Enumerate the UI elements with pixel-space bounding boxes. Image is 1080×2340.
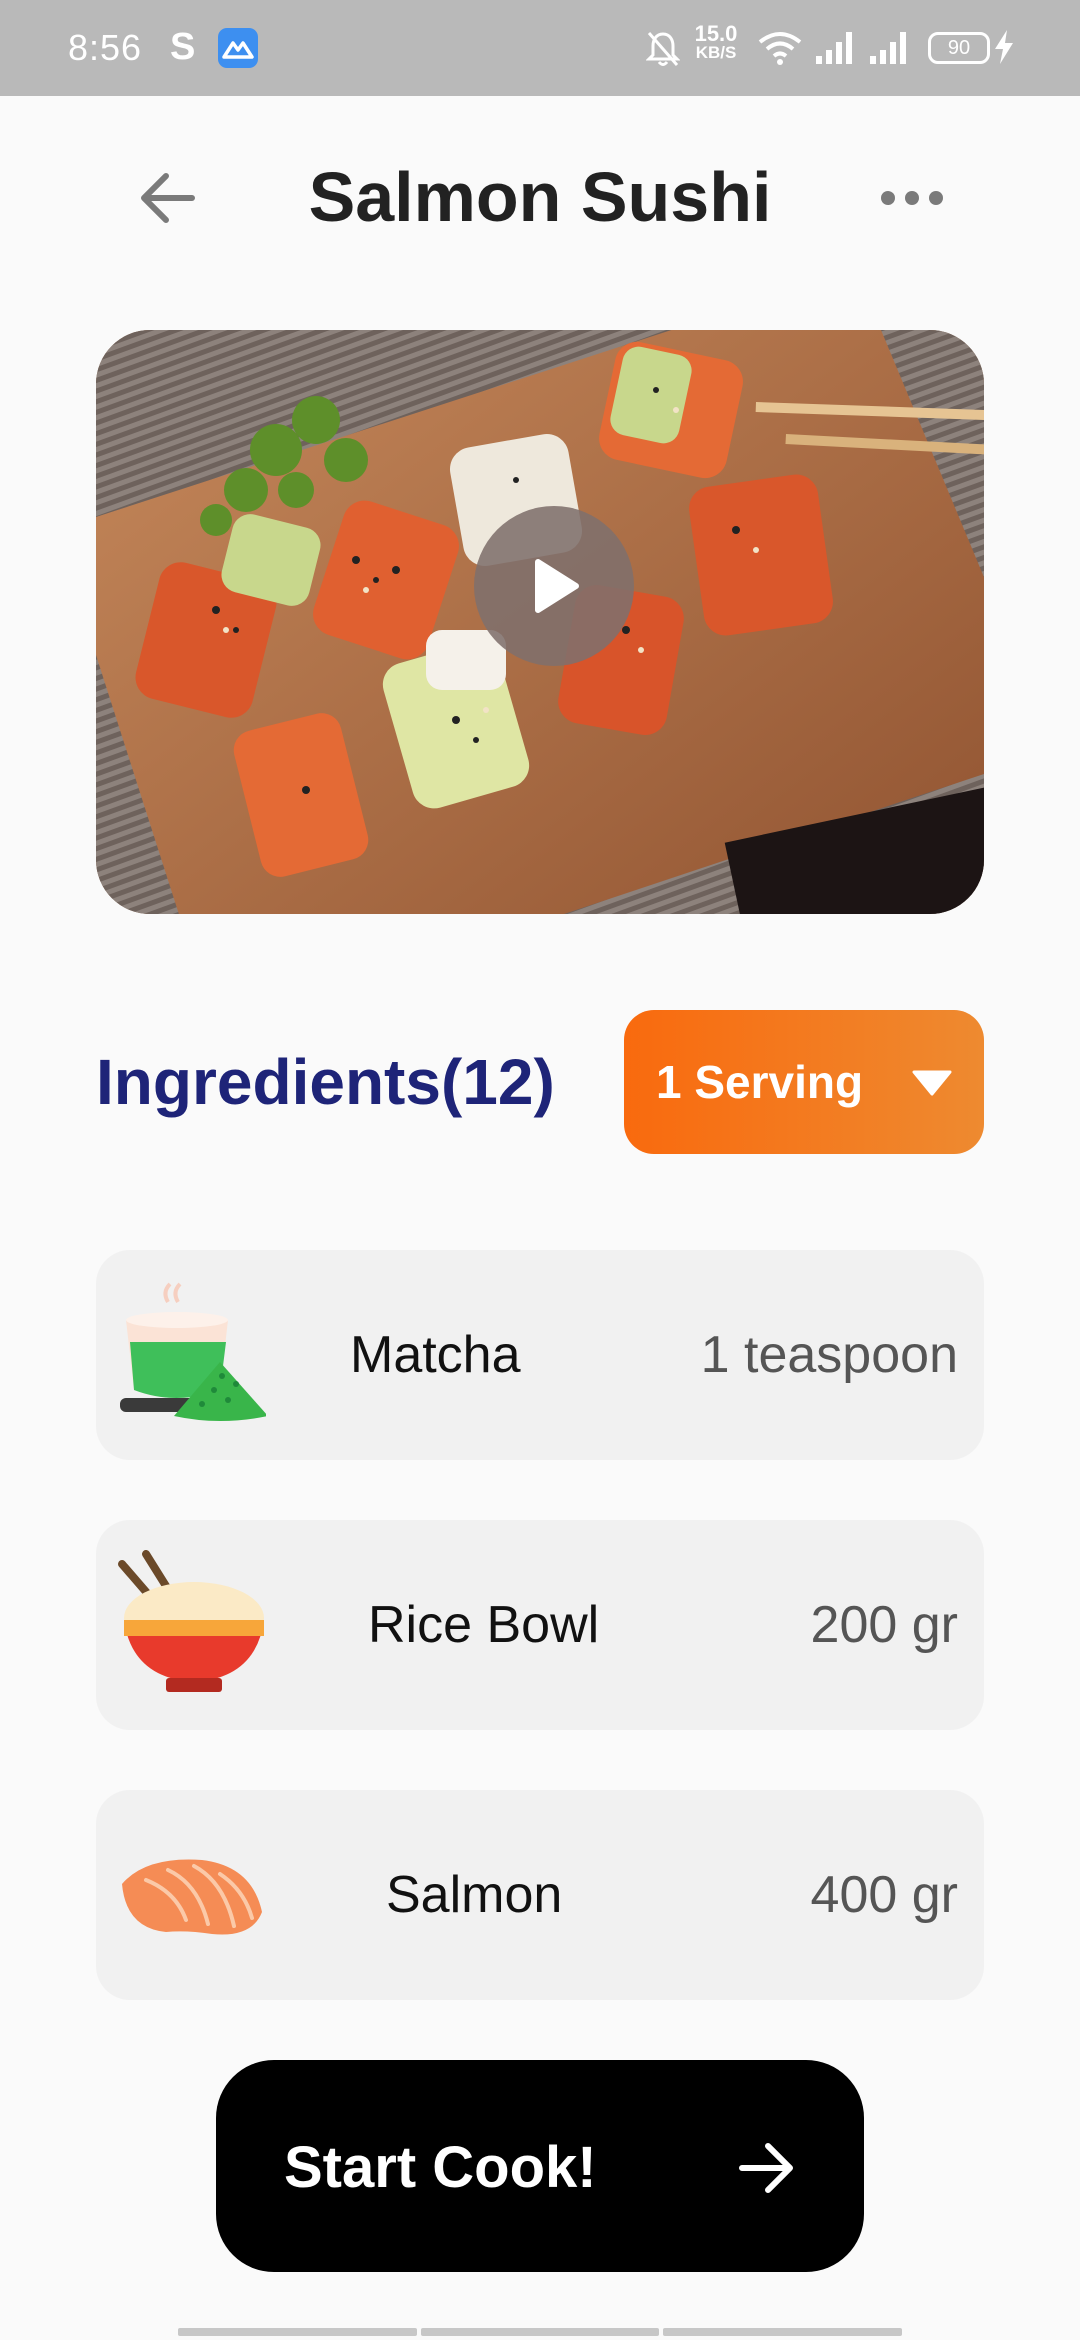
recipe-video-thumbnail[interactable] <box>96 330 984 914</box>
bell-muted-icon <box>646 32 680 66</box>
arrow-left-icon <box>141 173 195 223</box>
status-bar: 8:56 S 15.0 KB/S 90 <box>0 0 1080 96</box>
battery-icon: 90 <box>928 32 990 64</box>
signal-icon-2 <box>870 32 906 64</box>
matcha-icon <box>120 1282 266 1421</box>
start-cook-label: Start Cook! <box>284 2135 597 2200</box>
ingredient-name: Salmon <box>386 1866 563 1924</box>
s-app-icon: S <box>170 26 196 68</box>
serving-dropdown[interactable]: 1 Serving <box>624 1010 984 1154</box>
salmon-icon <box>122 1859 262 1935</box>
wifi-icon <box>758 32 802 65</box>
chevron-down-icon <box>912 1070 952 1096</box>
battery-level: 90 <box>947 37 971 59</box>
more-options-button[interactable] <box>872 170 952 226</box>
net-speed: 15.0 KB/S <box>692 23 740 62</box>
back-button[interactable] <box>130 160 206 236</box>
status-time: 8:56 <box>68 27 143 68</box>
ingredients-title: Ingredients(12) <box>96 1046 555 1118</box>
charging-bolt-icon <box>995 30 1013 64</box>
more-horizontal-icon <box>881 191 943 205</box>
serving-label: 1 Serving <box>656 1056 864 1108</box>
net-speed-unit: KB/S <box>695 43 737 62</box>
ingredient-quantity: 400 gr <box>810 1866 958 1924</box>
rice-bowl-icon <box>118 1550 264 1692</box>
play-button[interactable] <box>474 506 634 666</box>
home-indicator[interactable] <box>178 2328 903 2336</box>
page-title: Salmon Sushi <box>308 158 772 236</box>
ingredient-item-salmon[interactable]: Salmon 400 gr <box>96 1790 984 2000</box>
ingredient-quantity: 1 teaspoon <box>700 1326 958 1384</box>
play-icon <box>535 559 579 613</box>
ingredient-quantity: 200 gr <box>810 1596 958 1654</box>
ingredient-item-matcha[interactable]: Matcha 1 teaspoon <box>96 1250 984 1460</box>
signal-icon <box>816 32 852 64</box>
ingredient-name: Rice Bowl <box>368 1596 600 1654</box>
ingredient-name: Matcha <box>350 1326 521 1384</box>
mountain-app-icon <box>218 28 258 68</box>
arrow-right-icon <box>739 2143 793 2193</box>
start-cook-button[interactable]: Start Cook! <box>216 2060 864 2272</box>
ingredient-item-rice-bowl[interactable]: Rice Bowl 200 gr <box>96 1520 984 1730</box>
